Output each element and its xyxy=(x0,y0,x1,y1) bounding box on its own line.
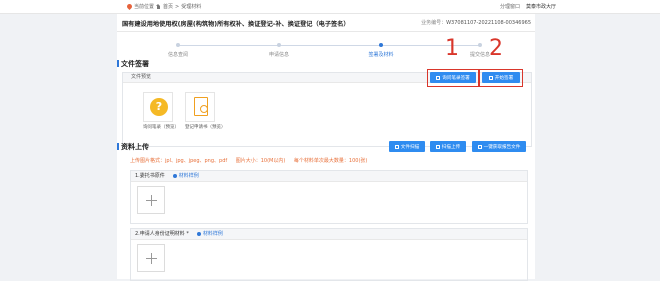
material-header: 2.申请人身份证明材料 * 材料样例 xyxy=(131,229,527,240)
report-icon xyxy=(477,144,482,149)
hall-label: 分理窗口 xyxy=(500,4,521,10)
main-card: 国有建设用地使用权(房屋(构筑物)所有权补、换证登记-补、换证登记（电子签名） … xyxy=(117,14,535,281)
material-block-1: 1.委托书原件 材料样例 xyxy=(130,170,528,224)
step-dot-1 xyxy=(176,43,180,47)
upload-icon xyxy=(435,144,440,149)
progress-steps: 信息查阅 申请信息 签署及材料 提交信息 xyxy=(117,40,535,60)
step-line-remaining xyxy=(381,45,479,46)
document-icon xyxy=(194,97,208,116)
location-pin-icon xyxy=(125,2,134,11)
add-file-button[interactable] xyxy=(137,244,165,272)
step-dot-3 xyxy=(379,43,383,47)
material-sample-link[interactable]: 材料样例 xyxy=(196,229,223,239)
location-label: 当前位置 xyxy=(134,4,155,10)
material-block-2: 2.申请人身份证明材料 * 材料样例 xyxy=(130,228,528,281)
step-label-2: 申请信息 xyxy=(268,52,290,58)
business-number: 业务编号：W37081107-20221108-00346965 xyxy=(421,19,531,26)
business-number-label: 业务编号： xyxy=(421,20,447,26)
file-thumbnail[interactable] xyxy=(185,92,215,122)
material-sample-text: 材料样例 xyxy=(178,173,199,179)
section-bar xyxy=(117,60,119,67)
step-label-1: 信息查阅 xyxy=(167,52,189,58)
file-scan-label: 文件扫描 xyxy=(400,144,420,150)
hall-value: 莫泰市政大厅 xyxy=(526,4,557,10)
hint-format: 上传图片格式：jpl、jpg、jpeg、png、pdf xyxy=(130,158,228,164)
step-dot-4 xyxy=(478,43,482,47)
annotation-number-1: 1 xyxy=(445,36,459,61)
hall-info: 分理窗口 莫泰市政大厅 xyxy=(500,3,556,10)
material-label: 2.申请人身份证明材料 * xyxy=(135,231,189,237)
scan-upload-label: 扫描上传 xyxy=(441,144,461,150)
question-icon: ? xyxy=(150,98,168,116)
file-item-inquiry[interactable]: ? 询问笔录（预览） xyxy=(143,92,179,130)
hint-count: 每个材料单次最大数量：100(张) xyxy=(293,158,368,164)
file-label: 登记申请书（预览） xyxy=(185,125,226,130)
upload-title-text: 资料上传 xyxy=(121,143,149,151)
file-item-application[interactable]: 登记申请书（预览） xyxy=(185,92,226,130)
business-number-value: W37081107-20221108-00346965 xyxy=(446,20,531,26)
step-label-3: 签署及材料 xyxy=(368,52,394,58)
material-sample-link[interactable]: 材料样例 xyxy=(172,171,199,181)
file-scan-button[interactable]: 文件扫描 xyxy=(389,141,425,152)
scan-icon xyxy=(394,144,399,149)
one-click-report-label: 一键获取报告文件 xyxy=(483,144,521,150)
breadcrumb-separator: > xyxy=(175,3,180,10)
top-bar: 当前位置 首页 > 受理材料 分理窗口 莫泰市政大厅 xyxy=(0,0,660,14)
section-bar xyxy=(117,143,119,150)
file-sign-title-text: 文件签署 xyxy=(121,60,149,68)
file-label: 询问笔录（预览） xyxy=(143,125,179,130)
page-title: 国有建设用地使用权(房屋(构筑物)所有权补、换证登记-补、换证登记（电子签名） xyxy=(122,21,350,28)
title-bar: 国有建设用地使用权(房屋(构筑物)所有权补、换证登记-补、换证登记（电子签名） … xyxy=(117,14,535,32)
breadcrumb-current: 受理材料 xyxy=(181,4,202,10)
highlight-box-1 xyxy=(427,69,479,87)
add-file-button[interactable] xyxy=(137,186,165,214)
hint-size: 图片大小：10(M以内) xyxy=(235,158,286,164)
file-sign-title: 文件签署 xyxy=(117,59,149,69)
breadcrumb-home[interactable]: 首页 xyxy=(163,3,173,10)
step-label-4: 提交信息 xyxy=(469,52,491,58)
material-label: 1.委托书原件 xyxy=(135,173,165,179)
upload-hint: 上传图片格式：jpl、jpg、jpeg、png、pdf 图片大小：10(M以内)… xyxy=(130,157,374,164)
scan-upload-button[interactable]: 扫描上传 xyxy=(430,141,466,152)
one-click-report-button[interactable]: 一键获取报告文件 xyxy=(472,141,526,152)
info-icon xyxy=(172,174,177,178)
info-icon xyxy=(196,232,201,236)
highlight-box-2 xyxy=(479,69,523,87)
material-header: 1.委托书原件 材料样例 xyxy=(131,171,527,182)
material-sample-text: 材料样例 xyxy=(202,231,223,237)
file-thumbnail[interactable]: ? xyxy=(143,92,173,122)
upload-title: 资料上传 xyxy=(117,142,149,152)
home-icon xyxy=(156,4,161,9)
annotation-number-2: 2 xyxy=(489,36,503,61)
breadcrumb: 当前位置 首页 > 受理材料 xyxy=(125,2,202,11)
step-dot-2 xyxy=(277,43,281,47)
